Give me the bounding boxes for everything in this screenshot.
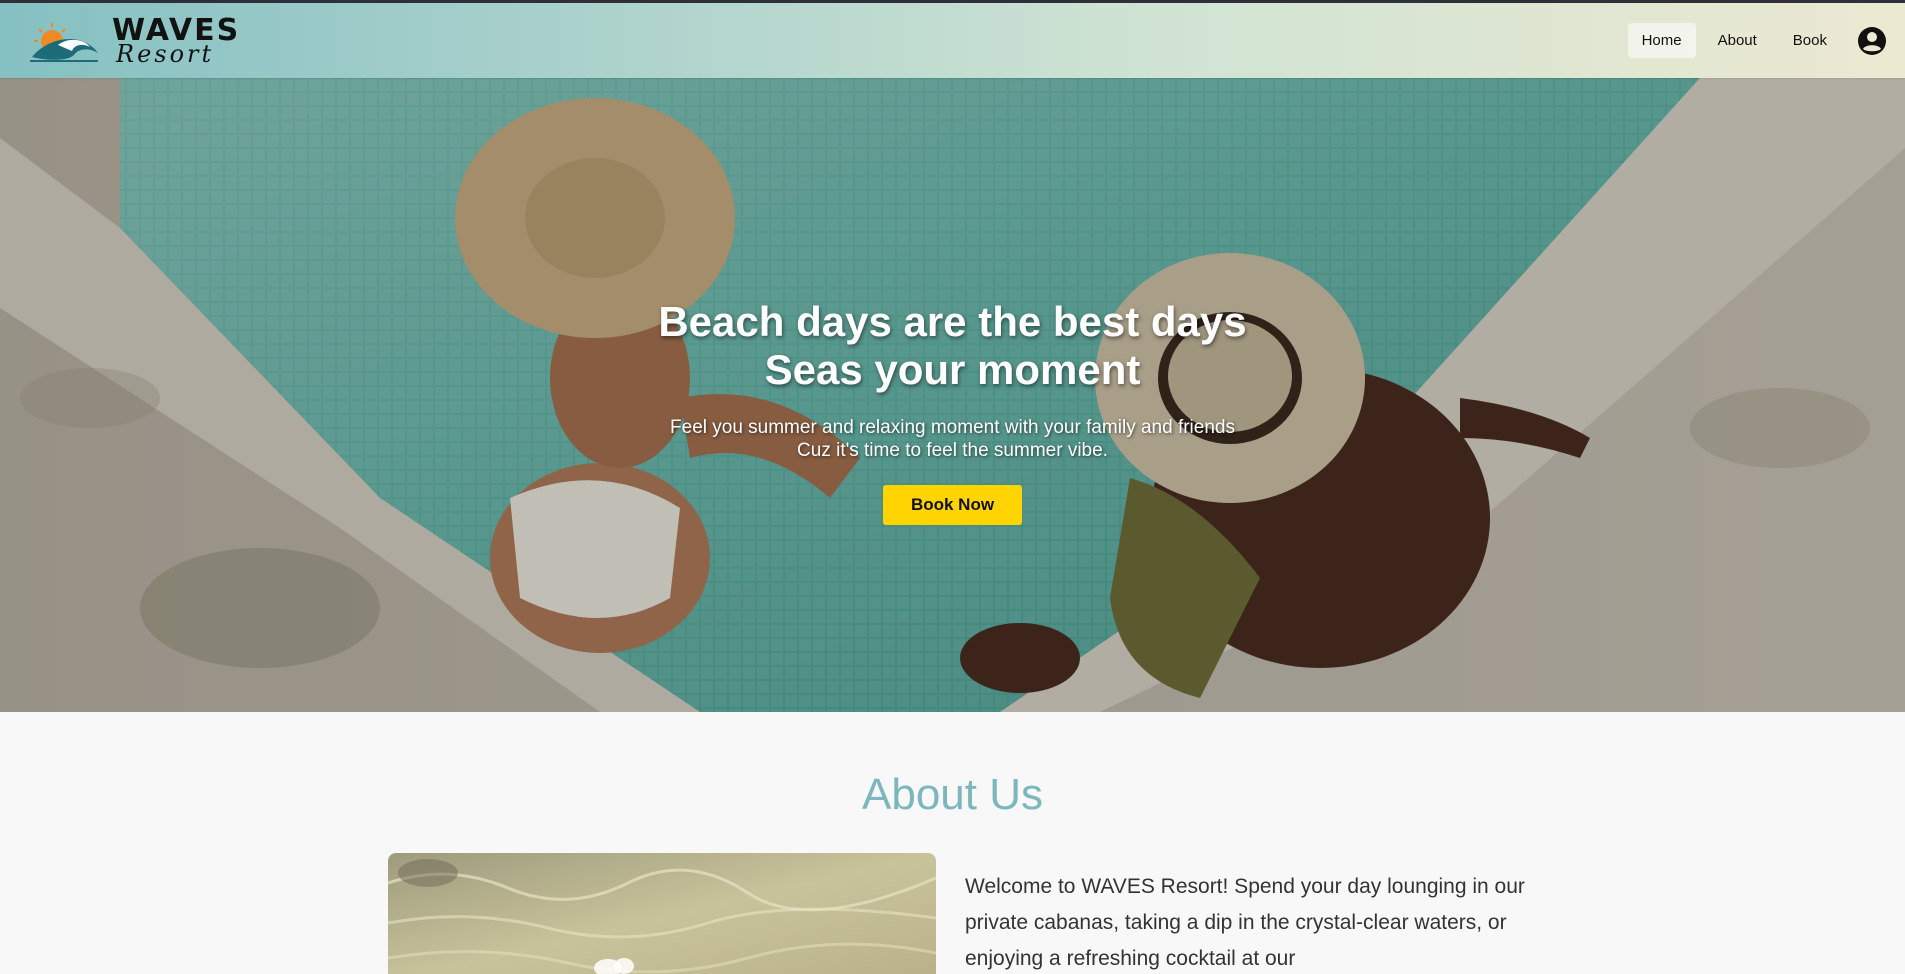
- navbar: WAVES Resort Home About Book: [0, 3, 1905, 78]
- hero-title-line-2: Seas your moment: [764, 346, 1141, 393]
- about-image: [388, 853, 936, 974]
- about-description: Welcome to WAVES Resort! Spend your day …: [965, 875, 1525, 970]
- hero-title: Beach days are the best days Seas your m…: [0, 298, 1905, 394]
- hero-subtitle-line-1: Feel you summer and relaxing moment with…: [670, 417, 1235, 438]
- hero-section: Beach days are the best days Seas your m…: [0, 78, 1905, 712]
- about-title: About Us: [862, 770, 1043, 819]
- hero-content: Beach days are the best days Seas your m…: [0, 298, 1905, 525]
- main-nav: Home About Book: [1620, 23, 1887, 58]
- hero-subtitle: Feel you summer and relaxing moment with…: [0, 416, 1905, 462]
- book-now-button[interactable]: Book Now: [882, 485, 1023, 525]
- nav-home[interactable]: Home: [1627, 23, 1696, 58]
- page: WAVES Resort Home About Book Beach days …: [0, 0, 1905, 974]
- account-circle-icon[interactable]: [1857, 26, 1887, 56]
- hero-title-line-1: Beach days are the best days: [658, 298, 1247, 345]
- about-section: About Us Welcome to WAVES Resort! Spend …: [0, 712, 1905, 974]
- shallow-water-image: [388, 853, 936, 974]
- hero-subtitle-line-2: Cuz it's time to feel the summer vibe.: [797, 440, 1108, 461]
- nav-book[interactable]: Book: [1779, 23, 1841, 58]
- brand-logo[interactable]: WAVES Resort: [28, 11, 240, 71]
- nav-about[interactable]: About: [1704, 23, 1771, 58]
- wave-sun-logo-icon: [30, 22, 98, 62]
